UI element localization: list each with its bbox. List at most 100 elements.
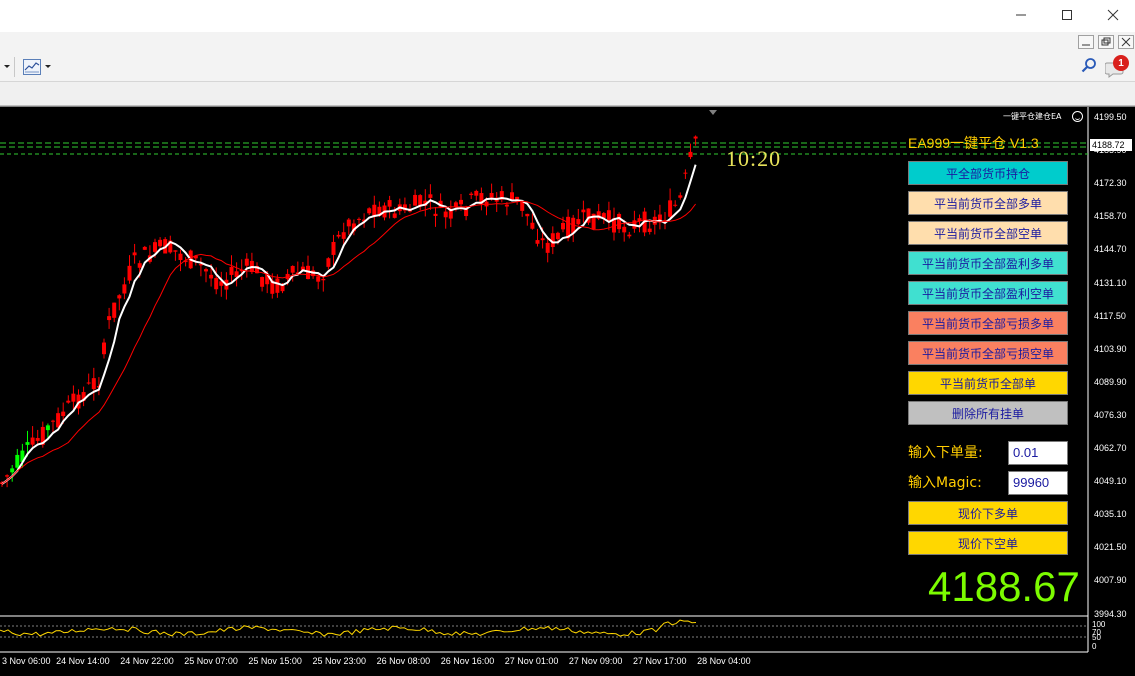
- price-tick-label: 4076.30: [1094, 409, 1127, 420]
- candle-body: [127, 265, 132, 281]
- candle-body: [142, 246, 147, 250]
- close-all-positions-button[interactable]: 平全部货币持仓: [908, 161, 1068, 185]
- candle-body: [117, 295, 122, 299]
- candle-body: [622, 226, 627, 233]
- candle-body: [137, 263, 142, 268]
- close-profit-sell-button[interactable]: 平当前货币全部盈利空单: [908, 281, 1068, 305]
- mdi-close-button[interactable]: [1118, 35, 1134, 49]
- fast-moving-average: [1, 164, 697, 485]
- close-button[interactable]: [1090, 0, 1135, 30]
- price-tick-label: 4131.10: [1094, 277, 1127, 288]
- delete-pending-button[interactable]: 删除所有挂单: [908, 401, 1068, 425]
- candle-body: [275, 278, 280, 293]
- candle-body: [178, 253, 183, 261]
- close-all-current-button[interactable]: 平当前货币全部单: [908, 371, 1068, 395]
- market-sell-button[interactable]: 现价下空单: [908, 531, 1068, 555]
- toolbar-strip: [0, 82, 1135, 106]
- slow-moving-average: [1, 200, 696, 485]
- candle-body: [459, 199, 463, 205]
- ea-name-label: 一键平仓建仓EA: [1003, 112, 1062, 121]
- mdi-close-icon: [1121, 37, 1131, 47]
- menu-bar: [0, 32, 1135, 52]
- candle-body: [316, 276, 321, 282]
- candle-body: [86, 382, 91, 384]
- lot-size-input[interactable]: 0.01: [1008, 441, 1068, 465]
- timeframe-dropdown[interactable]: [4, 57, 12, 77]
- candle-body: [545, 242, 550, 253]
- candle-body: [392, 213, 397, 218]
- candle-body: [525, 213, 530, 217]
- mdi-minimize-button[interactable]: [1078, 35, 1094, 49]
- candle-body: [132, 252, 137, 256]
- candle-body: [555, 232, 560, 240]
- candle-body: [428, 194, 433, 198]
- candle-body: [229, 266, 234, 275]
- oscillator-tick-label: 0: [1092, 642, 1097, 651]
- candle-body: [153, 242, 157, 252]
- time-tick-label: 24 Nov 14:00: [56, 656, 110, 666]
- close-loss-sell-button[interactable]: 平当前货币全部亏损空单: [908, 341, 1068, 365]
- price-tick-label: 4172.30: [1094, 178, 1127, 189]
- time-tick-label: 3 Nov 06:00: [2, 656, 51, 666]
- candle-body: [244, 258, 249, 266]
- candle-body: [581, 209, 586, 213]
- candle-body: [260, 276, 265, 287]
- time-tick-label: 28 Nov 04:00: [697, 656, 751, 666]
- candle-body: [530, 222, 535, 229]
- candle-body: [469, 193, 474, 196]
- close-all-sell-button[interactable]: 平当前货币全部空单: [908, 221, 1068, 245]
- close-all-buy-button[interactable]: 平当前货币全部多单: [908, 191, 1068, 215]
- maximize-button[interactable]: [1044, 0, 1090, 30]
- candle-body: [5, 475, 10, 477]
- mdi-restore-icon: [1101, 37, 1111, 46]
- mdi-minimize-icon: [1082, 44, 1090, 46]
- lot-size-label: 输入下单量:: [908, 445, 983, 461]
- time-tick-label: 26 Nov 08:00: [376, 656, 431, 666]
- candle-body: [91, 378, 96, 390]
- candle-body: [10, 468, 15, 473]
- notifications-button[interactable]: 1: [1103, 55, 1131, 79]
- candle-body: [683, 172, 688, 174]
- candle-body: [321, 278, 326, 281]
- time-tick-label: 27 Nov 01:00: [504, 656, 559, 666]
- magic-input[interactable]: 99960: [1008, 471, 1068, 495]
- candle-body: [66, 400, 71, 403]
- candle-body: [326, 258, 331, 267]
- oscillator-line: [0, 619, 697, 637]
- candle-body: [535, 240, 540, 244]
- time-tick-label: 27 Nov 17:00: [633, 656, 687, 666]
- candle-body: [204, 269, 208, 272]
- minimize-icon: [1016, 14, 1026, 16]
- chart-type-button[interactable]: [20, 57, 56, 77]
- close-loss-buy-button[interactable]: 平当前货币全部亏损多单: [908, 311, 1068, 335]
- candle-body: [209, 274, 214, 279]
- chevron-down-icon: [4, 65, 10, 68]
- candle-body: [510, 192, 514, 200]
- market-buy-button[interactable]: 现价下多单: [908, 501, 1068, 525]
- notification-badge: 1: [1113, 55, 1129, 71]
- search-icon: [1081, 58, 1096, 73]
- price-tick-label: 4007.90: [1094, 575, 1127, 586]
- candle-body: [443, 211, 448, 218]
- candle-body: [290, 265, 295, 273]
- candle-body: [688, 151, 693, 158]
- terminal-window: 1 4199.504185.904172.304158.704144.70413…: [0, 0, 1135, 676]
- search-button[interactable]: [1080, 57, 1098, 75]
- candle-body: [122, 284, 127, 294]
- candle-body: [515, 196, 520, 200]
- candle-body: [357, 218, 361, 220]
- candle-body: [45, 425, 50, 431]
- current-price-tag: 4188.72: [1090, 139, 1132, 151]
- candle-body: [112, 302, 117, 318]
- candle-body: [576, 219, 581, 225]
- candle-body: [71, 393, 76, 402]
- candle-body: [107, 316, 112, 321]
- time-tick-label: 25 Nov 23:00: [312, 656, 367, 666]
- candle-body: [668, 200, 673, 217]
- minimize-button[interactable]: [998, 0, 1044, 30]
- price-tick-label: 4049.10: [1094, 476, 1127, 487]
- price-tick-label: 4144.70: [1094, 244, 1127, 255]
- close-profit-buy-button[interactable]: 平当前货币全部盈利多单: [908, 251, 1068, 275]
- mdi-restore-button[interactable]: [1098, 35, 1114, 49]
- current-price-display: 4188.67: [928, 563, 1080, 610]
